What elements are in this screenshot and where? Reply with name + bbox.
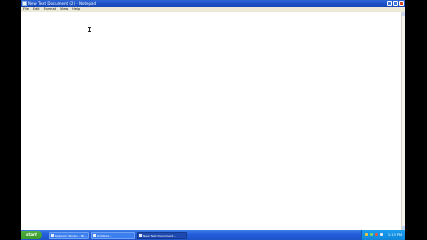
tray-icon[interactable] — [365, 233, 368, 236]
scroll-up-icon[interactable] — [402, 12, 405, 16]
taskbar-item-active[interactable]: New Text Document... — [137, 231, 187, 239]
system-tray: 1:13 PM — [361, 230, 405, 240]
desktop-screen: New Text Document (2) - Notepad File Edi… — [21, 0, 405, 240]
tray-icon[interactable] — [370, 233, 373, 236]
maximize-icon[interactable] — [393, 1, 398, 6]
text-edit-area[interactable] — [21, 12, 401, 230]
tray-icon[interactable] — [380, 233, 383, 236]
text-cursor-icon — [88, 27, 91, 32]
taskbar-item[interactable]: Kaboom Studio - Mi... — [49, 231, 89, 239]
taskbar-item-label: Kaboom Studio - Mi... — [55, 233, 88, 238]
clock[interactable]: 1:13 PM — [388, 230, 402, 240]
taskbar-item-label: New Text Document... — [143, 233, 176, 238]
taskbar: start Kaboom Studio - Mi... Untitled... … — [21, 230, 405, 240]
vertical-scrollbar[interactable] — [401, 12, 405, 230]
notepad-icon — [22, 1, 27, 6]
close-icon[interactable] — [399, 1, 404, 6]
title-bar[interactable]: New Text Document (2) - Notepad — [21, 0, 405, 7]
window-title: New Text Document (2) - Notepad — [28, 1, 97, 6]
notepad-icon — [139, 234, 142, 237]
app-icon — [93, 234, 96, 237]
taskbar-item-label: Untitled... — [97, 233, 112, 238]
taskbar-item[interactable]: Untitled... — [91, 231, 135, 239]
minimize-icon[interactable] — [387, 1, 392, 6]
tray-icon[interactable] — [375, 233, 378, 236]
start-button[interactable]: start — [21, 231, 42, 239]
app-icon — [51, 234, 54, 237]
window-controls — [387, 1, 404, 6]
